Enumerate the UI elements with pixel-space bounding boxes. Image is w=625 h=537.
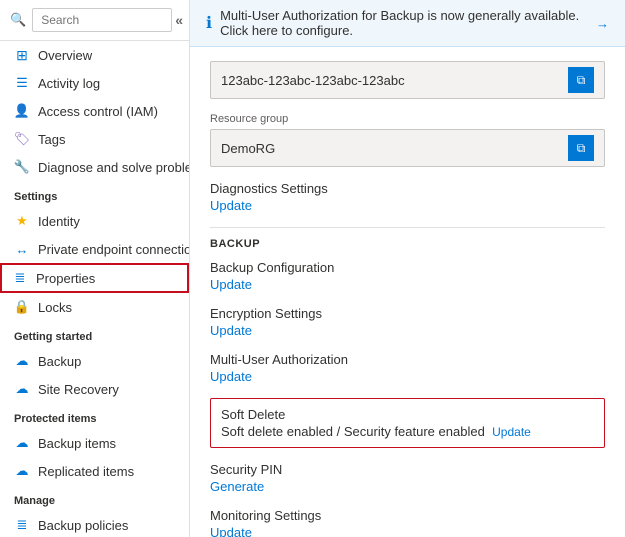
sidebar-item-site-recovery[interactable]: ☁ Site Recovery (0, 375, 189, 403)
diagnose-icon: 🔧 (14, 159, 30, 175)
soft-delete-desc: Soft delete enabled / Security feature e… (221, 424, 594, 439)
sidebar-item-label: Activity log (38, 76, 100, 91)
properties-icon: ≣ (12, 270, 28, 286)
diagnostics-settings-block: Diagnostics Settings Update (210, 181, 605, 213)
encryption-title: Encryption Settings (210, 306, 605, 321)
sidebar-item-identity[interactable]: ★ Identity (0, 207, 189, 235)
security-pin-title: Security PIN (210, 462, 605, 477)
sidebar-item-tags[interactable]: 🏷 Tags (0, 125, 189, 153)
encryption-update-link[interactable]: Update (210, 323, 252, 338)
sidebar-item-label: Access control (IAM) (38, 104, 158, 119)
banner-link[interactable]: → (596, 16, 609, 31)
resource-group-value: DemoRG (221, 141, 560, 156)
sidebar-item-access-control[interactable]: 👤 Access control (IAM) (0, 97, 189, 125)
siterecovery-icon: ☁ (14, 381, 30, 397)
access-icon: 👤 (14, 103, 30, 119)
backup-items-icon: ☁ (14, 435, 30, 451)
sidebar-item-backup[interactable]: ☁ Backup (0, 347, 189, 375)
backup-section-header: BACKUP (210, 238, 605, 250)
sidebar-nav: 🔍 « ⊞ Overview ☰ Activity log 👤 Access c… (0, 0, 190, 537)
sidebar-item-locks[interactable]: 🔒 Locks (0, 293, 189, 321)
backup-icon: ☁ (14, 353, 30, 369)
resource-group-box: DemoRG ⧉ (210, 129, 605, 167)
section-settings-label: Settings (0, 181, 189, 207)
copy-subscription-id-button[interactable]: ⧉ (568, 67, 594, 93)
soft-delete-title: Soft Delete (221, 407, 594, 422)
collapse-sidebar-button[interactable]: « (175, 12, 183, 28)
subscription-id-field: 123abc-123abc-123abc-123abc ⧉ (210, 61, 605, 99)
backup-config-update-link[interactable]: Update (210, 277, 252, 292)
sidebar-item-overview[interactable]: ⊞ Overview (0, 41, 189, 69)
sidebar-item-label: Backup (38, 354, 81, 369)
sidebar-item-properties[interactable]: ≣ Properties (0, 263, 189, 293)
subscription-id-value: 123abc-123abc-123abc-123abc (221, 73, 560, 88)
sidebar-item-activity-log[interactable]: ☰ Activity log (0, 69, 189, 97)
sidebar-item-label: Identity (38, 214, 80, 229)
sidebar-item-label: Locks (38, 300, 72, 315)
content-area: 123abc-123abc-123abc-123abc ⧉ Resource g… (190, 47, 625, 537)
security-pin-block: Security PIN Generate (210, 462, 605, 494)
sidebar-item-private-endpoint[interactable]: ↔ Private endpoint connections (0, 235, 189, 263)
info-icon: ℹ (206, 13, 212, 33)
mua-update-link[interactable]: Update (210, 369, 252, 384)
sidebar-item-label: Overview (38, 48, 92, 63)
sidebar-item-backup-items[interactable]: ☁ Backup items (0, 429, 189, 457)
soft-delete-block: Soft Delete Soft delete enabled / Securi… (210, 398, 605, 448)
backup-policies-icon: ≣ (14, 517, 30, 533)
sidebar-item-replicated-items[interactable]: ☁ Replicated items (0, 457, 189, 485)
section-manage-label: Manage (0, 485, 189, 511)
sidebar-item-label: Tags (38, 132, 65, 147)
sidebar-item-label: Replicated items (38, 464, 134, 479)
sidebar-item-label: Properties (36, 271, 95, 286)
resource-group-label: Resource group (210, 113, 605, 125)
activity-icon: ☰ (14, 75, 30, 91)
diagnostics-update-link[interactable]: Update (210, 198, 252, 213)
backup-config-title: Backup Configuration (210, 260, 605, 275)
diagnostics-title: Diagnostics Settings (210, 181, 605, 196)
monitoring-update-link[interactable]: Update (210, 525, 252, 537)
mua-block: Multi-User Authorization Update (210, 352, 605, 384)
private-endpoint-icon: ↔ (14, 241, 30, 257)
info-banner: ℹ Multi-User Authorization for Backup is… (190, 0, 625, 47)
grid-icon: ⊞ (14, 47, 30, 63)
sidebar-item-label: Site Recovery (38, 382, 119, 397)
banner-text: Multi-User Authorization for Backup is n… (220, 8, 588, 38)
monitoring-title: Monitoring Settings (210, 508, 605, 523)
subscription-id-box: 123abc-123abc-123abc-123abc ⧉ (210, 61, 605, 99)
backup-config-block: Backup Configuration Update (210, 260, 605, 292)
section-protected-label: Protected items (0, 403, 189, 429)
sidebar: 🔍 « ⊞ Overview ☰ Activity log 👤 Access c… (0, 0, 190, 537)
resource-group-field: Resource group DemoRG ⧉ (210, 113, 605, 167)
sidebar-item-label: Backup policies (38, 518, 128, 533)
lock-icon: 🔒 (14, 299, 30, 315)
sidebar-item-backup-policies[interactable]: ≣ Backup policies (0, 511, 189, 537)
monitoring-settings-block: Monitoring Settings Update (210, 508, 605, 537)
copy-resource-group-button[interactable]: ⧉ (568, 135, 594, 161)
sidebar-item-diagnose[interactable]: 🔧 Diagnose and solve problems (0, 153, 189, 181)
sidebar-search-container: 🔍 « (0, 0, 189, 41)
section-divider (210, 227, 605, 228)
search-input[interactable] (32, 8, 172, 32)
soft-delete-update-link[interactable]: Update (492, 425, 531, 439)
mua-title: Multi-User Authorization (210, 352, 605, 367)
main-content: ℹ Multi-User Authorization for Backup is… (190, 0, 625, 537)
sidebar-item-label: Private endpoint connections (38, 242, 190, 257)
replicated-icon: ☁ (14, 463, 30, 479)
section-getting-started-label: Getting started (0, 321, 189, 347)
encryption-settings-block: Encryption Settings Update (210, 306, 605, 338)
security-pin-generate-link[interactable]: Generate (210, 479, 264, 494)
search-icon: 🔍 (10, 12, 26, 28)
sidebar-item-label: Diagnose and solve problems (38, 160, 190, 175)
soft-delete-desc-text: Soft delete enabled / Security feature e… (221, 424, 485, 439)
sidebar-item-label: Backup items (38, 436, 116, 451)
tag-icon: 🏷 (14, 131, 30, 147)
identity-icon: ★ (14, 213, 30, 229)
